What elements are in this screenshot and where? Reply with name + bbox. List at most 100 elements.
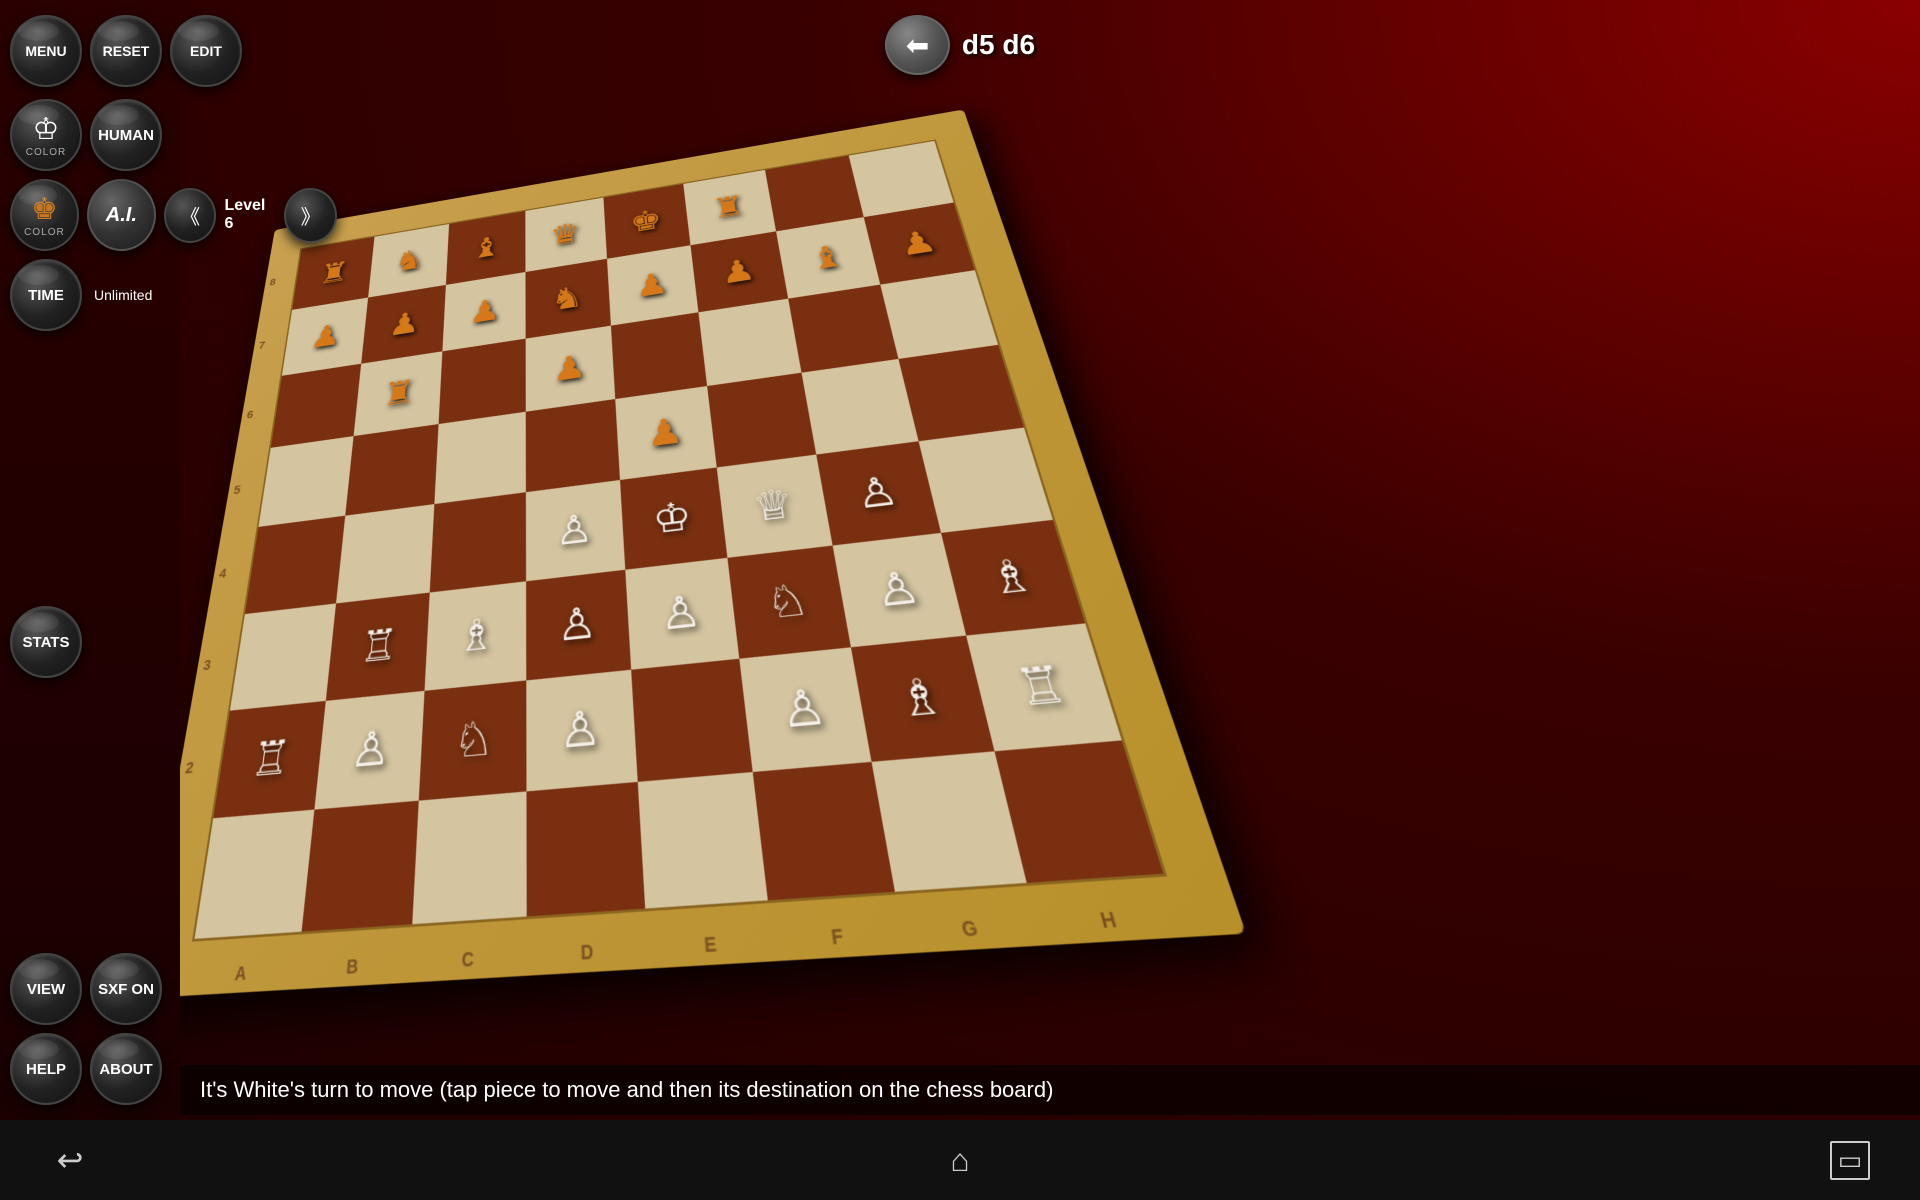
square-b4[interactable] <box>336 504 434 603</box>
square-c5[interactable] <box>434 412 526 504</box>
nav-recent-button[interactable]: ▭ <box>1820 1135 1880 1185</box>
file-d: D <box>581 940 594 964</box>
square-e2[interactable] <box>631 659 753 782</box>
nav-back-button[interactable]: ↩ <box>40 1135 100 1185</box>
square-h3[interactable]: ♗ <box>941 520 1085 636</box>
sxf-button[interactable]: SXF ON <box>90 953 162 1025</box>
player1-row: ♔ COLOR HUMAN <box>10 99 162 171</box>
square-h4[interactable] <box>919 428 1053 533</box>
view-label: VIEW <box>27 981 65 998</box>
square-e5[interactable]: ♟ <box>615 386 716 480</box>
time-value: Unlimited <box>94 287 152 303</box>
top-buttons-row: MENU RESET EDIT <box>10 15 242 87</box>
square-c1[interactable] <box>412 791 526 924</box>
square-d6[interactable]: ♟ <box>526 326 616 412</box>
piece-d4: ♙ <box>555 508 594 551</box>
player1-color-button[interactable]: ♔ COLOR <box>10 99 82 171</box>
square-d2[interactable]: ♙ <box>526 670 637 792</box>
square-a3[interactable] <box>230 603 336 710</box>
square-f1[interactable] <box>753 762 895 900</box>
square-e1[interactable] <box>638 772 768 909</box>
square-h2[interactable]: ♖ <box>966 623 1122 751</box>
piece-f2: ♙ <box>777 682 829 736</box>
move-back-button[interactable]: ⬅ <box>885 15 950 75</box>
stats-button[interactable]: STATS <box>10 606 82 678</box>
piece-c8: ♝ <box>471 232 502 263</box>
status-message: It's White's turn to move (tap piece to … <box>180 1065 1920 1115</box>
piece-e8: ♚ <box>629 205 663 237</box>
square-f3[interactable]: ♘ <box>727 546 851 659</box>
square-b3[interactable]: ♖ <box>326 593 430 701</box>
square-b2[interactable]: ♙ <box>314 691 424 810</box>
square-d5[interactable] <box>526 399 620 492</box>
view-button[interactable]: VIEW <box>10 953 82 1025</box>
level-down-button[interactable]: 《 <box>164 188 217 243</box>
square-b6[interactable]: ♜ <box>354 351 443 436</box>
square-h6[interactable] <box>880 270 998 359</box>
file-g: G <box>960 916 980 941</box>
piece-f4: ♕ <box>750 483 796 527</box>
square-e4[interactable]: ♔ <box>620 467 727 569</box>
square-c6[interactable] <box>439 339 526 424</box>
square-a4[interactable] <box>245 516 345 614</box>
piece-h3: ♗ <box>982 552 1039 602</box>
chevron-left-icon: 《 <box>180 201 200 230</box>
square-e3[interactable]: ♙ <box>625 558 739 670</box>
piece-f3: ♘ <box>763 577 812 625</box>
nav-back-icon: ↩ <box>57 1141 84 1179</box>
piece-g7: ♝ <box>806 240 847 275</box>
color2-label: COLOR <box>24 227 65 238</box>
edit-button[interactable]: EDIT <box>170 15 242 87</box>
level-up-button[interactable]: 》 <box>284 188 337 243</box>
human-button[interactable]: HUMAN <box>90 99 162 171</box>
square-c2[interactable]: ♘ <box>419 680 527 800</box>
square-a2[interactable]: ♖ <box>213 701 326 818</box>
nav-home-button[interactable]: ⌂ <box>930 1135 990 1185</box>
square-g6[interactable] <box>788 285 898 373</box>
help-button[interactable]: HELP <box>10 1033 82 1105</box>
menu-button[interactable]: MENU <box>10 15 82 87</box>
square-f6[interactable] <box>698 299 801 386</box>
square-f4[interactable]: ♕ <box>717 455 833 558</box>
file-a: A <box>234 962 248 985</box>
edit-label: EDIT <box>190 43 222 59</box>
square-d3[interactable]: ♙ <box>526 570 631 681</box>
move-indicator: ⬅ d5 d6 <box>885 15 1035 75</box>
rank-3: 3 <box>202 657 212 674</box>
square-e6[interactable] <box>611 312 707 399</box>
rank-5: 5 <box>233 483 242 497</box>
time-button[interactable]: TIME <box>10 259 82 331</box>
help-row: HELP ABOUT <box>10 1033 162 1105</box>
square-c3[interactable]: ♗ <box>425 581 527 691</box>
piece-e3: ♙ <box>658 589 703 637</box>
piece-b8: ♞ <box>393 245 425 276</box>
nav-recent-icon: ▭ <box>1830 1141 1871 1180</box>
square-f2[interactable]: ♙ <box>739 647 871 772</box>
ai-label: A.I. <box>106 204 137 227</box>
square-b1[interactable] <box>302 801 419 932</box>
rank-6: 6 <box>246 408 254 421</box>
rank-2: 2 <box>184 758 195 776</box>
square-f5[interactable] <box>707 373 816 468</box>
square-a6[interactable] <box>271 364 361 448</box>
move-back-arrow: ⬅ <box>906 29 929 62</box>
reset-button[interactable]: RESET <box>90 15 162 87</box>
piece-d3: ♙ <box>557 600 598 647</box>
square-a5[interactable] <box>258 436 353 527</box>
square-d1[interactable] <box>526 782 645 917</box>
about-button[interactable]: ABOUT <box>90 1033 162 1105</box>
square-c4[interactable] <box>430 492 526 592</box>
piece-a8: ♜ <box>318 257 350 288</box>
square-d4[interactable]: ♙ <box>526 480 625 581</box>
player2-color-button[interactable]: ♚ COLOR <box>10 179 79 251</box>
rank-4: 4 <box>218 566 227 581</box>
rank-7: 7 <box>258 339 266 351</box>
piece-b7: ♟ <box>388 307 421 341</box>
ai-button[interactable]: A.I. <box>87 179 156 251</box>
square-b5[interactable] <box>345 424 438 516</box>
square-h5[interactable] <box>898 345 1024 441</box>
square-a1[interactable] <box>195 810 315 939</box>
piece-c3: ♗ <box>456 612 496 659</box>
level-text: Level 6 <box>224 197 276 233</box>
view-row: VIEW SXF ON <box>10 953 162 1025</box>
